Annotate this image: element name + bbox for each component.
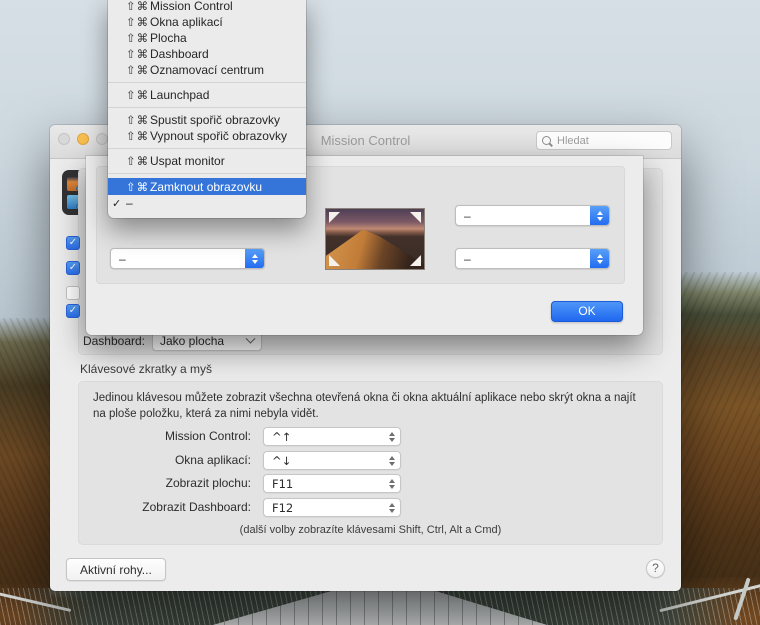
shortcut-row-label: Mission Control: <box>79 429 251 443</box>
hot-corner-popup-top-right[interactable]: – <box>455 205 610 226</box>
settings-checkbox-1[interactable]: ✓ <box>66 236 80 250</box>
menu-item-okna-aplikaci[interactable]: ⇧⌘Okna aplikací <box>108 14 306 30</box>
help-button[interactable]: ? <box>646 559 665 578</box>
stepper-icon <box>389 503 395 513</box>
settings-checkbox-3[interactable] <box>66 286 80 300</box>
stepper-icon <box>590 249 609 268</box>
menu-item-zamknout-obrazovku[interactable]: ⇧⌘Zamknout obrazovku <box>108 178 306 195</box>
mission-control-shortcut-popup[interactable]: ^↑ <box>263 427 401 446</box>
corner-marker-icon <box>410 255 421 266</box>
wallpaper-bridge <box>0 588 760 625</box>
menu-item-oznamovaci-centrum[interactable]: ⇧⌘Oznamovací centrum <box>108 62 306 78</box>
desktop-preview-thumbnail <box>325 208 425 270</box>
corner-marker-icon <box>410 212 421 223</box>
menu-separator <box>108 173 306 174</box>
show-dashboard-shortcut-popup[interactable]: F12 <box>263 498 401 517</box>
shortcut-dropdown-menu: ⇧⌘Mission Control ⇧⌘Okna aplikací ⇧⌘Ploc… <box>108 0 306 218</box>
shortcut-row-label: Okna aplikací: <box>79 453 251 467</box>
hot-corners-button[interactable]: Aktivní rohy... <box>66 558 166 581</box>
menu-item-uspat-monitor[interactable]: ⇧⌘Uspat monitor <box>108 153 306 169</box>
ok-button[interactable]: OK <box>551 301 623 322</box>
corner-marker-icon <box>329 212 340 223</box>
shortcut-row-label: Zobrazit Dashboard: <box>79 500 251 514</box>
wallpaper-forest-right <box>678 272 760 625</box>
settings-checkbox-4[interactable]: ✓ <box>66 304 80 318</box>
search-icon <box>542 136 551 145</box>
show-desktop-shortcut-popup[interactable]: F11 <box>263 474 401 493</box>
menu-item-none-selected[interactable]: ✓– <box>108 195 306 211</box>
hot-corner-popup-bottom-right[interactable]: – <box>455 248 610 269</box>
dashboard-label: Dashboard: <box>60 334 145 348</box>
corner-marker-icon <box>329 255 340 266</box>
menu-separator <box>108 107 306 108</box>
stepper-icon <box>389 479 395 489</box>
stepper-icon <box>389 456 395 466</box>
bridge-railing <box>0 591 71 612</box>
wallpaper-forest-left <box>0 318 50 625</box>
settings-checkbox-2[interactable]: ✓ <box>66 261 80 275</box>
app-windows-shortcut-popup[interactable]: ^↓ <box>263 451 401 470</box>
stepper-icon <box>389 432 395 442</box>
check-icon: ✓ <box>112 197 126 210</box>
stepper-icon <box>245 249 264 268</box>
menu-item-vypnout-sporic[interactable]: ⇧⌘Vypnout spořič obrazovky <box>108 128 306 144</box>
shortcuts-description: Jedinou klávesou můžete zobrazit všechna… <box>93 390 650 422</box>
search-input[interactable] <box>555 134 666 148</box>
search-field[interactable] <box>536 131 672 150</box>
menu-separator <box>108 82 306 83</box>
hot-corner-popup-bottom-left[interactable]: – <box>110 248 265 269</box>
menu-item-spustit-sporic[interactable]: ⇧⌘Spustit spořič obrazovky <box>108 112 306 128</box>
menu-item-plocha[interactable]: ⇧⌘Plocha <box>108 30 306 46</box>
stepper-icon <box>590 206 609 225</box>
shortcuts-section-title: Klávesové zkratky a myš <box>80 362 212 376</box>
shortcuts-note: (další volby zobrazíte klávesami Shift, … <box>79 524 662 536</box>
bridge-deck <box>0 588 760 625</box>
shortcuts-panel: Jedinou klávesou můžete zobrazit všechna… <box>78 381 663 545</box>
menu-item-dashboard[interactable]: ⇧⌘Dashboard <box>108 46 306 62</box>
menu-item-launchpad[interactable]: ⇧⌘Launchpad <box>108 87 306 103</box>
menu-separator <box>108 148 306 149</box>
menu-item-mission-control[interactable]: ⇧⌘Mission Control <box>108 0 306 14</box>
shortcut-row-label: Zobrazit plochu: <box>79 476 251 490</box>
